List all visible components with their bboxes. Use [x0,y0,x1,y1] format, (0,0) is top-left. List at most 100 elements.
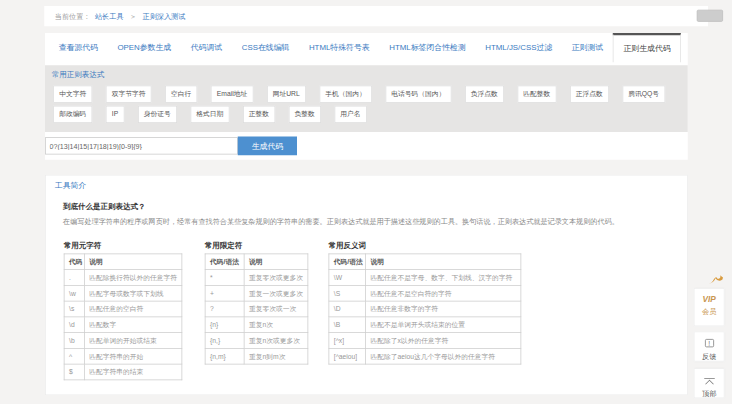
breadcrumb-separator: ＞ [129,12,136,20]
regex-preset-button[interactable]: 邮政编码 [53,106,92,123]
top-right-mini-button[interactable] [697,10,723,22]
tab-6[interactable]: HTML标签闭合性检测 [379,33,475,62]
table-row: \b匹配单词的开始或结束 [64,333,182,349]
regex-preset-button[interactable]: 空白行 [165,86,197,103]
regex-preset-button[interactable]: 匹配整数 [517,86,556,103]
tab-4[interactable]: CSS在线编辑 [232,33,299,62]
code-cell: [^x] [329,333,366,349]
generate-code-button[interactable]: 生成代码 [238,137,297,156]
code-cell: \D [329,301,366,317]
table-row: \B匹配不是单词开头或结束的位置 [329,317,521,333]
code-cell: {n} [205,317,244,333]
code-cell: \b [64,333,84,349]
regex-preset-button[interactable]: IP [106,106,124,123]
reference-table-1: 代码说明.匹配除换行符以外的任意字符\w匹配字母或数字或下划线\s匹配任意的空白… [64,254,183,381]
table-row: .匹配除换行符以外的任意字符 [64,270,182,286]
tab-1[interactable]: 查看源代码 [49,33,108,62]
regex-preset-button[interactable]: Email地址 [211,86,253,103]
arrow-up-icon [704,378,715,385]
table-header: 说明 [244,254,308,270]
reference-table-3: 代码/语法说明\W匹配任意不是字母、数字、下划线、汉字的字符\S匹配任意不是空白… [329,254,522,365]
code-cell: * [205,270,244,286]
regex-preset-button[interactable]: 负浮点数 [465,86,504,103]
tool-intro-title: 工具简介 [46,176,687,192]
feedback-button[interactable]: 反馈 [694,332,725,362]
back-to-top-button[interactable]: 顶部 [694,368,725,398]
intro-paragraph: 在编写处理字符串的程序或网页时，经常有查找符合某些复杂规则的字符串的需要。正则表… [63,217,619,227]
description-cell: 匹配任意不是字母、数字、下划线、汉字的字符 [366,270,521,286]
description-cell: 匹配除了x以外的任意字符 [366,333,521,349]
vip-button[interactable]: VIP 会员 [694,288,725,326]
tab-9[interactable]: 正则生成代码 [613,33,681,62]
code-cell: \s [64,301,84,317]
description-cell: 重复一次或更多次 [244,285,308,301]
description-cell: 匹配不是单词开头或结束的位置 [366,317,521,333]
table-row: \w匹配字母或数字或下划线 [64,285,182,301]
tab-5[interactable]: HTML特殊符号表 [299,33,379,62]
code-cell: ? [205,301,244,317]
table-header: 说明 [366,254,521,270]
description-cell: 匹配任意的空白符 [84,301,182,317]
tab-8[interactable]: 正则测试 [562,33,613,62]
table-row: \s匹配任意的空白符 [64,301,182,317]
regex-preset-button[interactable]: 用户名 [334,106,366,123]
description-cell: 重复零次或一次 [244,301,308,317]
code-cell: {n,m} [205,348,244,364]
regex-preset-button[interactable]: 格式日期 [190,106,229,123]
bird-icon [708,275,724,289]
description-cell: 匹配除了aeiou这几个字母以外的任意字符 [366,348,521,364]
table-row: {n,m}重复n到m次 [205,348,308,364]
tab-7[interactable]: HTML/JS/CSS过滤 [476,33,562,62]
table-header: 代码/语法 [329,254,366,270]
code-cell: $ [64,364,84,380]
regex-presets-section: 常用正则表达式 中文字符双字节字符空白行Email地址网址URL手机（国内）电话… [45,65,688,132]
vip-label: VIP [695,295,724,304]
tab-2[interactable]: OPEN参数生成 [108,33,181,62]
table-title: 常用元字符 [64,241,102,252]
main-block: 查看源代码OPEN参数生成代码调试CSS在线编辑HTML特殊符号表HTML标签闭… [45,33,688,160]
table-row: ^匹配字符串的开始 [64,348,182,364]
regex-preset-button[interactable]: 中文字符 [53,86,92,103]
description-cell: 匹配任意不是空白符的字符 [366,285,521,301]
code-cell: . [64,270,84,286]
regex-preset-button[interactable]: 正整数 [243,106,275,123]
regex-preset-button[interactable]: 手机（国内） [319,86,372,103]
code-cell: \d [64,317,84,333]
regex-preset-button[interactable]: 身份证号 [138,106,177,123]
breadcrumb-link-current[interactable]: 正则深入测试 [143,12,186,20]
code-cell: {n,} [205,333,244,349]
regex-preset-button[interactable]: 正浮点数 [570,86,609,103]
code-cell: \W [329,270,366,286]
regex-preset-button[interactable]: 网址URL [267,86,306,103]
table-header: 代码 [64,254,84,270]
regex-input[interactable] [45,137,238,154]
breadcrumb-label: 当前位置： [55,12,91,20]
table-row: {n}重复n次 [205,317,308,333]
tab-3[interactable]: 代码调试 [181,33,232,62]
table-row: +重复一次或更多次 [205,285,308,301]
description-cell: 匹配单词的开始或结束 [84,333,182,349]
feedback-icon [705,339,714,347]
table-title: 常用限定符 [205,241,243,252]
breadcrumb: 当前位置： 站长工具 ＞ 正则深入测试 [44,6,708,26]
breadcrumb-link-tools[interactable]: 站长工具 [95,12,124,20]
table-row: \S匹配任意不是空白符的字符 [329,285,521,301]
regex-preset-button[interactable]: 双字节字符 [106,86,152,103]
regex-preset-button[interactable]: 电话号码（国内） [385,86,451,103]
reference-table-2: 代码/语法说明*重复零次或更多次+重复一次或更多次?重复零次或一次{n}重复n次… [205,254,309,365]
description-cell: 重复n次或更多次 [244,333,308,349]
code-cell: ^ [64,348,84,364]
description-cell: 匹配任意非数字的字符 [366,301,521,317]
tool-intro-panel: 工具简介 到底什么是正则表达式？ 在编写处理字符串的程序或网页时，经常有查找符合… [45,175,688,396]
code-cell: \S [329,285,366,301]
regex-preset-button[interactable]: 腾讯QQ号 [622,86,665,103]
table-row: [^aeiou]匹配除了aeiou这几个字母以外的任意字符 [329,348,521,364]
table-row: [^x]匹配除了x以外的任意字符 [329,333,521,349]
regex-preset-buttons: 中文字符双字节字符空白行 Email地址网址URL 手机（国内） 电话号码（国内） 负浮… [45,80,688,126]
regex-preset-button[interactable]: 负整数 [288,106,320,123]
description-cell: 匹配字符串的结束 [84,364,182,380]
description-cell: 匹配数字 [84,317,182,333]
table-row: \d匹配数字 [64,317,182,333]
table-header: 说明 [84,254,182,270]
table-row: ?重复零次或一次 [205,301,308,317]
